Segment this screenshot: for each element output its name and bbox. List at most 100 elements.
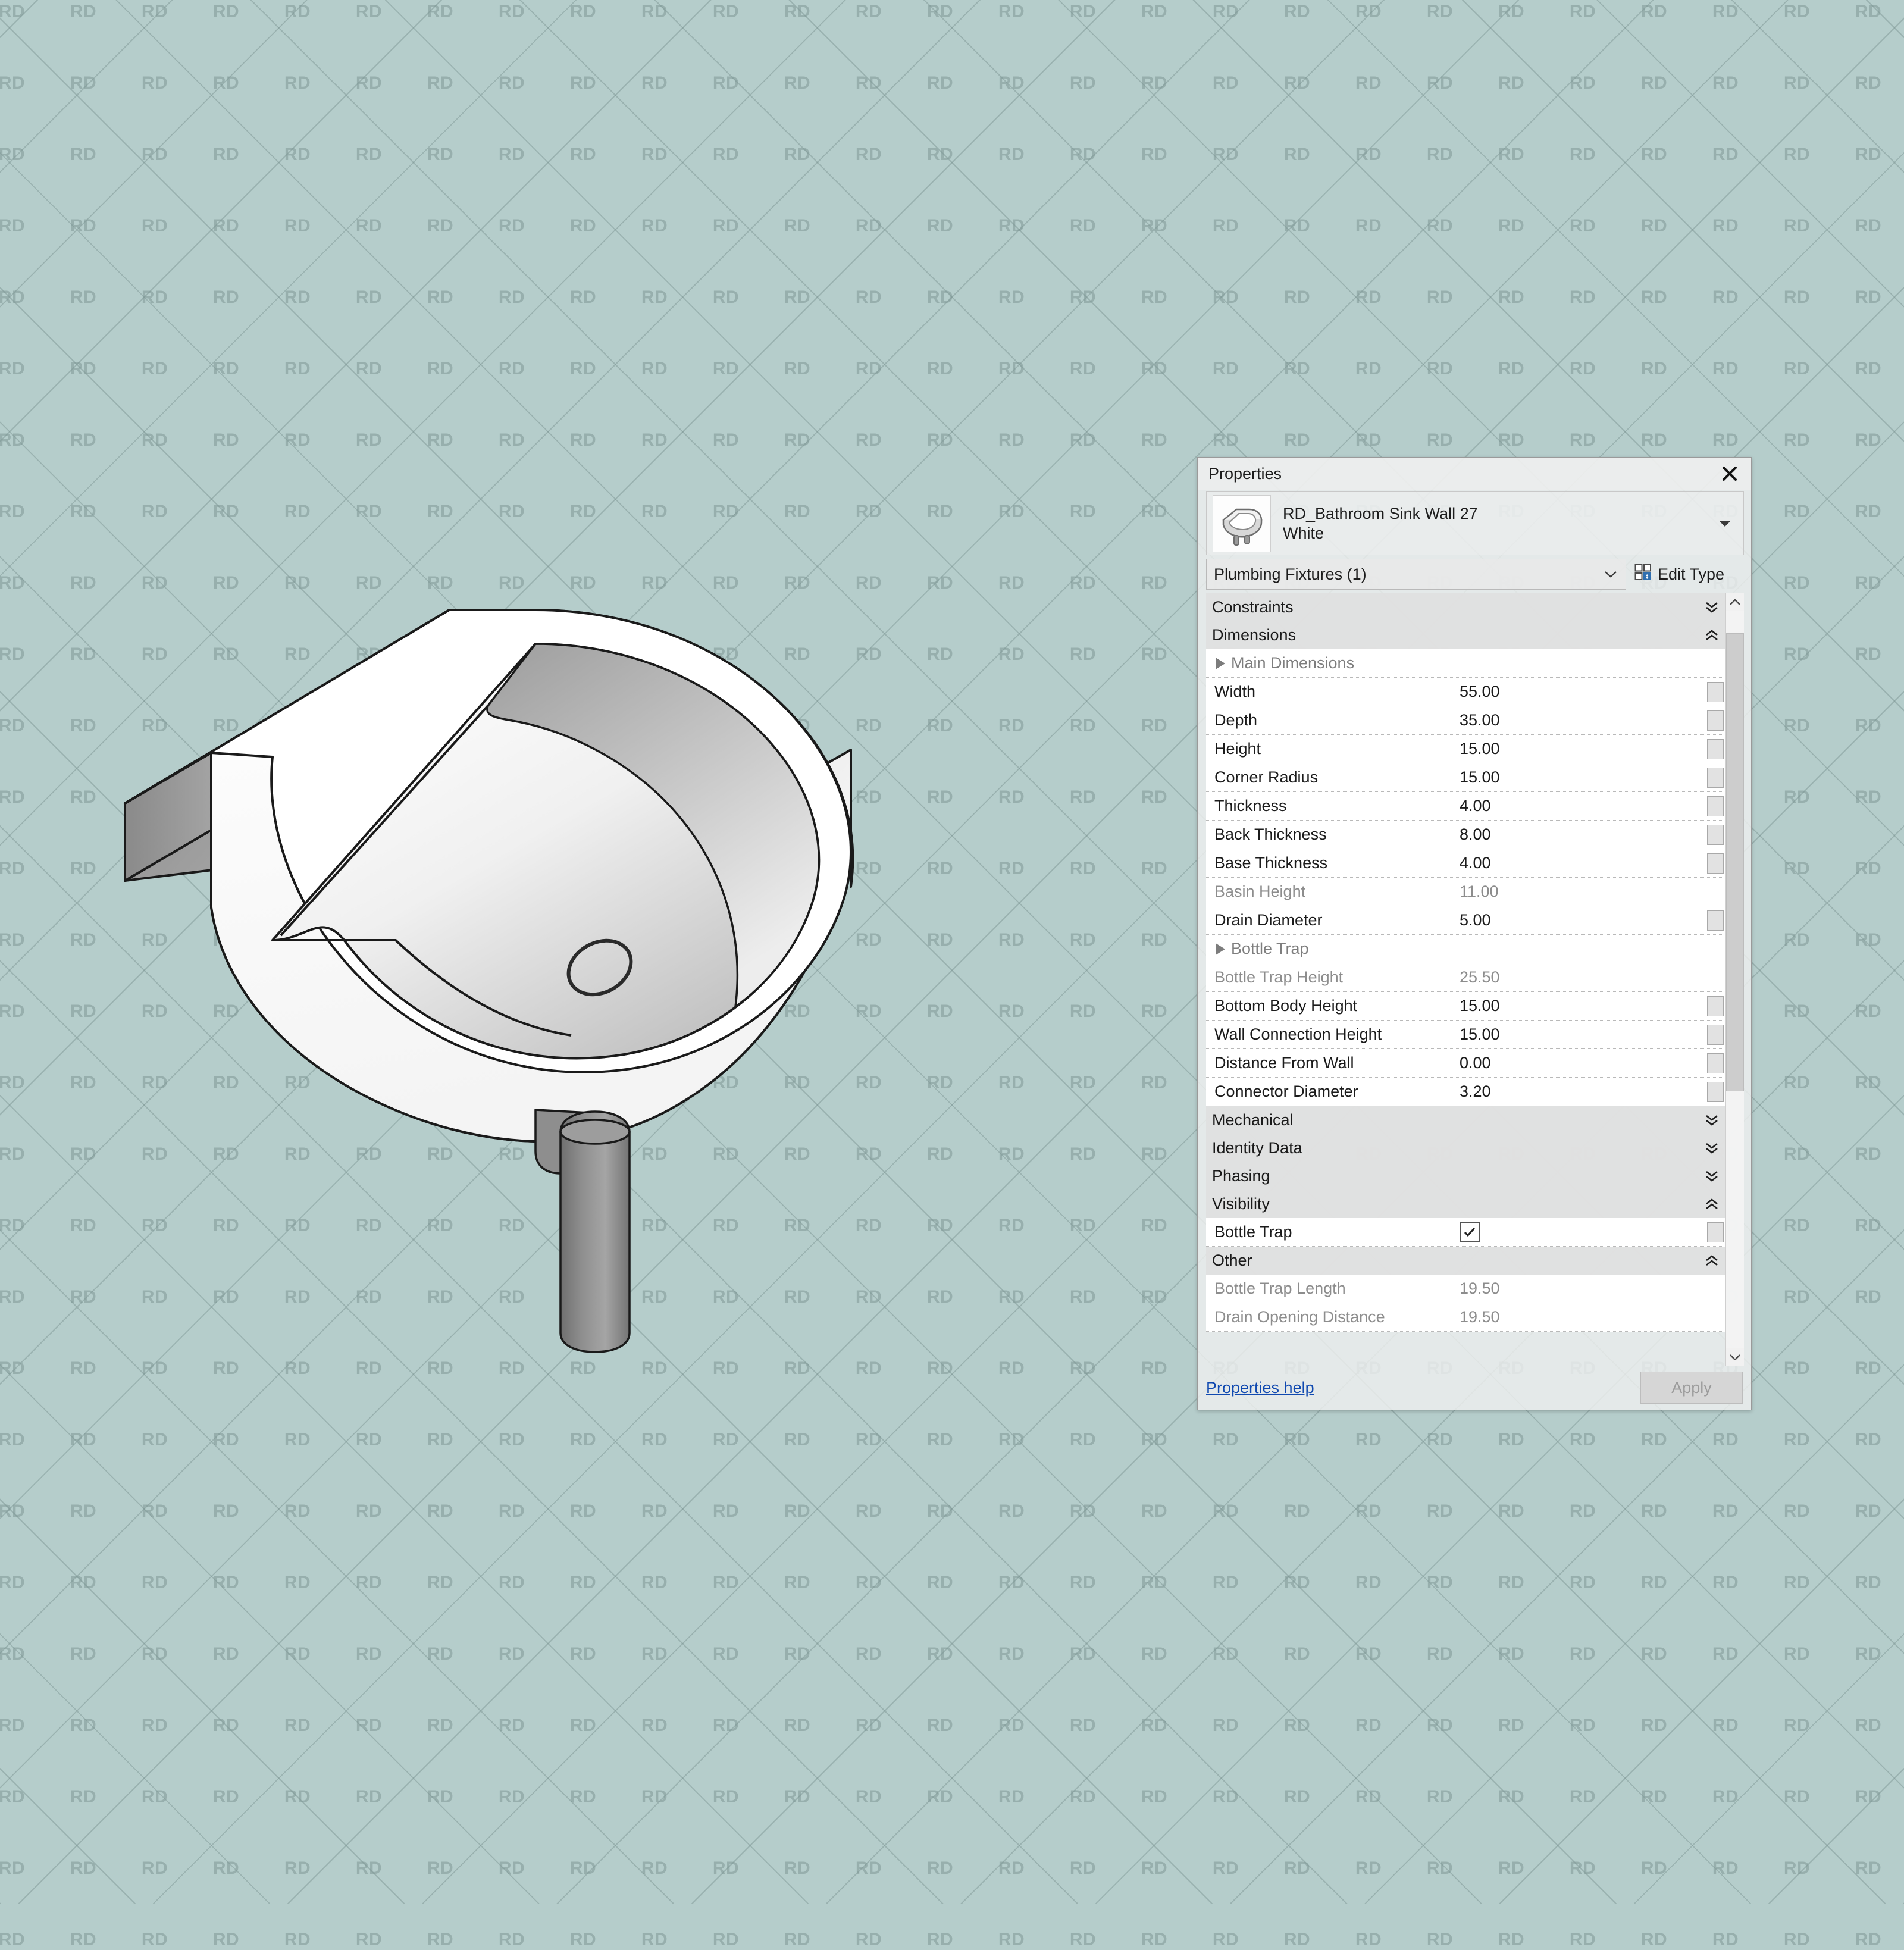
properties-grid: Constraints Dimensions Main Dimensions Widt… [1206, 593, 1726, 1366]
watermark-text: RD [70, 1501, 97, 1521]
watermark-text: RD [641, 1858, 668, 1878]
watermark-text: RD [1712, 1644, 1739, 1664]
table-row[interactable]: Bottle Trap [1206, 935, 1726, 963]
property-value[interactable]: 4.00 [1452, 849, 1705, 877]
property-value [1452, 935, 1705, 963]
value-edit-button[interactable] [1707, 996, 1724, 1016]
group-header-identity-data[interactable]: Identity Data [1206, 1134, 1726, 1162]
chevron-down-icon[interactable] [1711, 519, 1739, 528]
watermark-text: RD [0, 430, 26, 450]
scrollbar-track[interactable] [1726, 611, 1744, 1348]
property-value[interactable]: 3.20 [1452, 1078, 1705, 1106]
scroll-up-button[interactable] [1726, 593, 1744, 611]
watermark-text: RD [1141, 1430, 1168, 1450]
watermark-text: RD [1855, 1501, 1882, 1521]
watermark-text: RD [141, 1644, 168, 1664]
value-edit-button[interactable] [1707, 710, 1724, 731]
value-edit-button[interactable] [1707, 1222, 1724, 1242]
properties-help-link[interactable]: Properties help [1206, 1379, 1640, 1397]
value-edit-button[interactable] [1707, 767, 1724, 788]
property-value[interactable]: 0.00 [1452, 1049, 1705, 1077]
table-row[interactable]: Basin Height 11.00 [1206, 878, 1726, 906]
watermark-text: RD [1855, 1787, 1882, 1807]
table-row[interactable]: Base Thickness 4.00 [1206, 849, 1726, 878]
watermark-text: RD [641, 287, 668, 307]
watermark-text: RD [284, 359, 311, 378]
watermark-text: RD [212, 359, 240, 378]
properties-scrollbar[interactable] [1726, 593, 1744, 1366]
table-row[interactable]: Drain Diameter 5.00 [1206, 906, 1726, 935]
table-row[interactable]: Width 55.00 [1206, 678, 1726, 706]
property-value[interactable]: 5.00 [1452, 906, 1705, 934]
watermark-text: RD [427, 1573, 454, 1592]
value-edit-button[interactable] [1707, 824, 1724, 845]
property-value[interactable]: 8.00 [1452, 821, 1705, 849]
watermark-text: RD [1640, 216, 1668, 236]
group-header-dimensions[interactable]: Dimensions [1206, 621, 1726, 649]
type-selector-header[interactable]: RD_Bathroom Sink Wall 27 White [1206, 491, 1744, 555]
watermark-text: RD [855, 1716, 882, 1735]
property-value[interactable]: 55.00 [1452, 678, 1705, 706]
group-header-mechanical[interactable]: Mechanical [1206, 1106, 1726, 1134]
value-edit-button[interactable] [1707, 910, 1724, 931]
property-value[interactable]: 4.00 [1452, 792, 1705, 820]
value-edit-button[interactable] [1707, 1024, 1724, 1045]
watermark-text: RD [712, 1787, 740, 1807]
group-header-phasing[interactable]: Phasing [1206, 1162, 1726, 1190]
table-row[interactable]: Bottle Trap Height 25.50 [1206, 963, 1726, 992]
table-row[interactable]: Height 15.00 [1206, 735, 1726, 763]
property-value[interactable] [1452, 1218, 1705, 1246]
value-edit-button[interactable] [1707, 738, 1724, 759]
value-edit-button[interactable] [1707, 681, 1724, 702]
property-value[interactable]: 15.00 [1452, 735, 1705, 763]
triangle-right-icon[interactable] [1216, 657, 1225, 669]
watermark-text: RD [1141, 1858, 1168, 1878]
value-edit-button[interactable] [1707, 853, 1724, 874]
table-row[interactable]: Connector Diameter 3.20 [1206, 1078, 1726, 1106]
watermark-text: RD [1426, 1858, 1454, 1878]
table-row[interactable]: Bottle Trap Length 19.50 [1206, 1275, 1726, 1303]
table-row[interactable]: Bottle Trap [1206, 1218, 1726, 1247]
scrollbar-thumb[interactable] [1726, 633, 1744, 1091]
property-value[interactable]: 15.00 [1452, 763, 1705, 791]
group-header-constraints[interactable]: Constraints [1206, 593, 1726, 621]
category-select[interactable]: Plumbing Fixtures (1) [1206, 559, 1626, 590]
table-row[interactable]: Bottom Body Height 15.00 [1206, 992, 1726, 1021]
triangle-right-icon[interactable] [1216, 943, 1225, 955]
group-header-visibility[interactable]: Visibility [1206, 1190, 1726, 1218]
table-row[interactable]: Thickness 4.00 [1206, 792, 1726, 821]
value-edit-button[interactable] [1707, 1053, 1724, 1073]
watermark-text: RD [712, 1573, 740, 1592]
checkbox[interactable] [1460, 1222, 1480, 1242]
watermark-text: RD [1783, 1716, 1811, 1735]
value-edit-button[interactable] [1707, 796, 1724, 816]
watermark-text: RD [1283, 73, 1311, 93]
value-edit-button[interactable] [1707, 1081, 1724, 1102]
table-row[interactable]: Drain Opening Distance 19.50 [1206, 1303, 1726, 1332]
watermark-text: RD [641, 430, 668, 450]
table-row[interactable]: Distance From Wall 0.00 [1206, 1049, 1726, 1078]
table-row[interactable]: Main Dimensions [1206, 649, 1726, 678]
scroll-down-button[interactable] [1726, 1348, 1744, 1366]
property-value[interactable]: 15.00 [1452, 1021, 1705, 1048]
watermark-text: RD [1855, 359, 1882, 378]
watermark-text: RD [1640, 430, 1668, 450]
watermark-text: RD [0, 73, 26, 93]
watermark-text: RD [1640, 1501, 1668, 1521]
watermark-text: RD [1212, 216, 1239, 236]
property-value[interactable]: 15.00 [1452, 992, 1705, 1020]
table-row[interactable]: Depth 35.00 [1206, 706, 1726, 735]
table-row[interactable]: Back Thickness 8.00 [1206, 821, 1726, 849]
property-value[interactable]: 35.00 [1452, 706, 1705, 734]
watermark-text: RD [1141, 1216, 1168, 1235]
bottle-trap-body [559, 1110, 631, 1353]
watermark-text: RD [355, 287, 383, 307]
watermark-text: RD [427, 359, 454, 378]
table-row[interactable]: Corner Radius 15.00 [1206, 763, 1726, 792]
edit-type-button[interactable]: Edit Type [1626, 559, 1744, 590]
close-icon[interactable] [1717, 461, 1743, 487]
table-row[interactable]: Wall Connection Height 15.00 [1206, 1021, 1726, 1049]
property-label-text: Main Dimensions [1231, 654, 1355, 672]
group-header-other[interactable]: Other [1206, 1247, 1726, 1275]
apply-button[interactable]: Apply [1640, 1372, 1743, 1404]
